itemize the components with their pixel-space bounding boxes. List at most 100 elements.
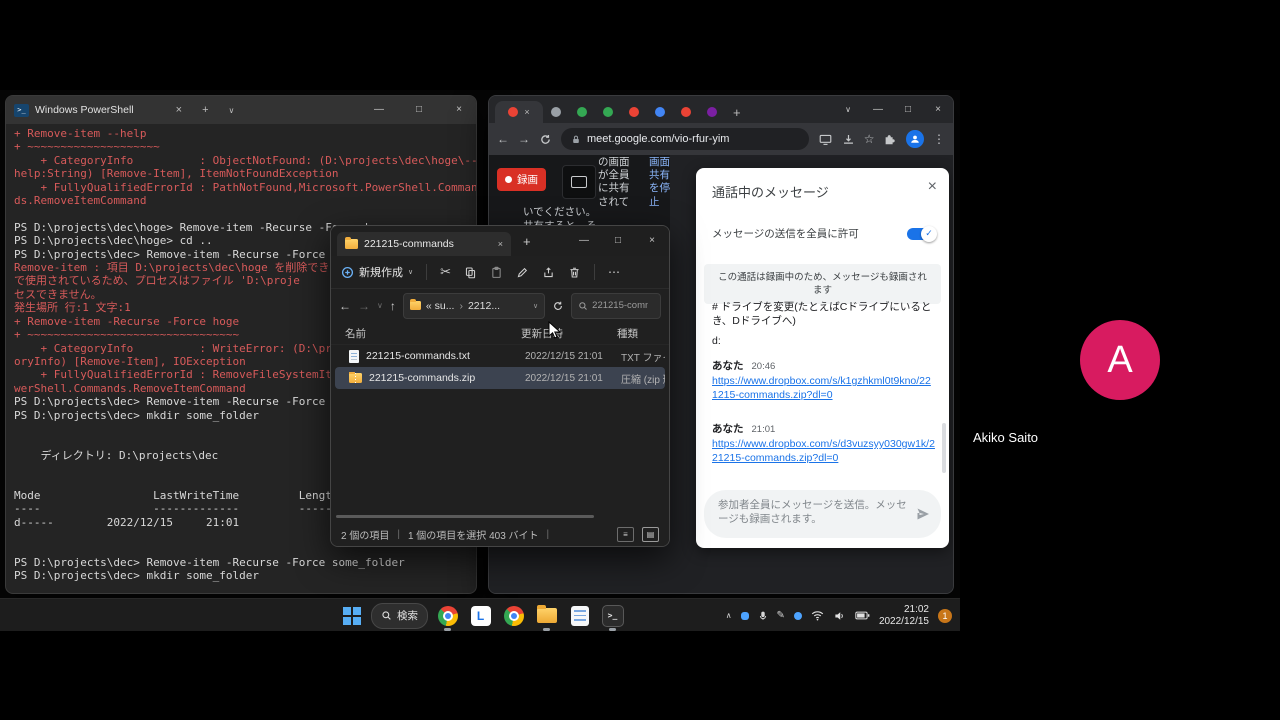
taskbar-browser-2[interactable] (500, 599, 527, 631)
notification-count-badge[interactable]: 1 (938, 609, 952, 623)
taskbar-clock[interactable]: 21:02 2022/12/15 (879, 604, 929, 628)
tab-meet[interactable]: × (495, 101, 543, 123)
new-tab-icon[interactable]: + (733, 105, 741, 120)
close-button[interactable]: × (442, 96, 476, 124)
browser-tab[interactable] (569, 101, 595, 123)
list-view-icon[interactable]: ≡ (617, 527, 634, 542)
minimize-button[interactable]: — (863, 96, 893, 123)
dropbox-link[interactable]: https://www.dropbox.com/s/k1gzhkml0t9kno… (712, 374, 936, 402)
share-icon[interactable] (542, 266, 555, 279)
start-button[interactable] (338, 599, 365, 631)
address-bar[interactable]: meet.google.com/vio-rfur-yim (561, 128, 809, 150)
menu-kebab-icon[interactable]: ⋮ (933, 132, 945, 146)
more-options-icon[interactable]: ⋯ (608, 265, 620, 279)
explorer-search-box[interactable] (571, 293, 661, 319)
close-button[interactable]: × (923, 96, 953, 123)
browser-tab[interactable] (595, 101, 621, 123)
mirror-window-icon (562, 165, 596, 199)
close-button[interactable]: × (635, 227, 669, 255)
breadcrumb[interactable]: « su... › 2212... ∨ (403, 293, 545, 319)
chat-scrollbar[interactable] (942, 423, 946, 473)
tab-search-icon[interactable]: ∨ (833, 96, 863, 123)
taskbar-terminal[interactable]: >_ (599, 599, 626, 631)
close-icon[interactable]: × (928, 178, 937, 196)
browser-tab[interactable] (673, 101, 699, 123)
details-view-icon[interactable]: ▤ (642, 527, 659, 542)
chevron-down-icon[interactable]: ∨ (533, 302, 538, 310)
chat-input[interactable] (718, 498, 909, 530)
tray-pen-icon[interactable]: ✎ (777, 610, 785, 621)
rename-icon[interactable] (516, 266, 529, 279)
breadcrumb-current[interactable]: 2212... (468, 300, 500, 312)
recording-notice: この通話は録画中のため、メッセージも録画されます (704, 264, 941, 304)
explorer-tab[interactable]: 221215-commands × (337, 232, 511, 256)
recording-favicon-icon (508, 107, 518, 117)
new-tab-icon[interactable]: + (523, 234, 531, 249)
status-bar: 2 個の項目 | 1 個の項目を選択 403 バイト | ≡ ▤ (331, 522, 669, 546)
browser-tab[interactable] (543, 101, 569, 123)
taskbar-search[interactable]: 検索 (371, 603, 428, 629)
forward-icon[interactable]: → (358, 299, 370, 313)
tab-close-icon[interactable]: × (176, 104, 182, 116)
up-icon[interactable]: ↑ (390, 299, 396, 313)
delete-icon[interactable] (568, 266, 581, 279)
maximize-button[interactable]: □ (402, 96, 436, 124)
browser-tab[interactable] (647, 101, 673, 123)
copy-icon[interactable] (464, 266, 477, 279)
file-row-selected[interactable]: 221215-commands.zip 2022/12/15 21:01 圧縮 … (335, 367, 665, 389)
tray-app-icon[interactable] (741, 612, 749, 620)
recent-locations-chevron-icon[interactable]: ∨ (377, 301, 383, 310)
back-icon[interactable]: ← (339, 299, 351, 313)
maximize-button[interactable]: □ (893, 96, 923, 123)
tab-close-icon[interactable]: × (524, 107, 529, 117)
file-row[interactable]: 221215-commands.txt 2022/12/15 21:01 TXT… (335, 345, 665, 367)
volume-icon[interactable] (833, 610, 846, 622)
minimize-button[interactable]: — (362, 96, 396, 124)
toggle-knob-check-icon: ✓ (921, 226, 937, 242)
maximize-button[interactable]: □ (601, 227, 635, 255)
explorer-titlebar[interactable]: 221215-commands × + — □ × (331, 226, 669, 256)
extensions-icon[interactable] (883, 132, 897, 146)
minimize-button[interactable]: — (567, 227, 601, 255)
taskbar-app-l[interactable]: L (467, 599, 494, 631)
mouse-cursor-icon (548, 321, 561, 340)
chrome-tab-strip[interactable]: × + ∨ — □ × (489, 96, 953, 123)
browser-tab[interactable] (621, 101, 647, 123)
reload-icon[interactable] (539, 133, 552, 146)
l-app-icon: L (471, 606, 491, 626)
column-modified[interactable]: 更新日時 (521, 326, 617, 341)
refresh-icon[interactable] (552, 300, 564, 312)
tab-close-icon[interactable]: × (498, 239, 503, 249)
column-name[interactable]: 名前 (345, 326, 521, 341)
dropbox-link[interactable]: https://www.dropbox.com/s/d3vuzsyy030gw1… (712, 437, 936, 465)
new-tab-icon[interactable]: + (202, 104, 208, 116)
text-file-icon (349, 350, 359, 363)
tray-bluetooth-icon[interactable] (794, 612, 802, 620)
breadcrumb-parent[interactable]: « su... (426, 300, 455, 312)
taskbar-explorer[interactable] (533, 599, 560, 631)
tray-chevron-up-icon[interactable]: ∧ (726, 611, 732, 620)
wifi-icon[interactable] (811, 610, 824, 621)
tray-mic-icon[interactable] (758, 610, 768, 622)
paste-icon[interactable] (490, 266, 503, 279)
install-icon[interactable] (842, 133, 855, 146)
taskbar-notes[interactable] (566, 599, 593, 631)
taskbar-chrome[interactable] (434, 599, 461, 631)
explorer-search-input[interactable] (592, 300, 648, 311)
explorer-tab-title: 221215-commands (364, 238, 454, 250)
allow-messages-toggle[interactable]: ✓ (907, 228, 935, 240)
new-item-button[interactable]: 新規作成 ∨ (341, 264, 413, 280)
chevron-down-icon[interactable]: ∨ (229, 106, 235, 115)
cut-icon[interactable]: ✂ (440, 264, 451, 280)
profile-avatar[interactable] (906, 130, 924, 148)
browser-tab[interactable] (699, 101, 725, 123)
horizontal-scrollbar[interactable] (336, 515, 594, 518)
column-type[interactable]: 種類 (617, 326, 669, 341)
screen-share-indicator-icon[interactable] (818, 133, 833, 146)
back-icon[interactable]: ← (497, 132, 509, 146)
send-icon[interactable] (915, 506, 931, 522)
battery-icon[interactable] (855, 611, 870, 620)
powershell-titlebar[interactable]: >_ Windows PowerShell × + ∨ — □ × (6, 96, 476, 124)
bookmark-star-icon[interactable]: ☆ (864, 132, 875, 146)
forward-icon[interactable]: → (518, 132, 530, 146)
